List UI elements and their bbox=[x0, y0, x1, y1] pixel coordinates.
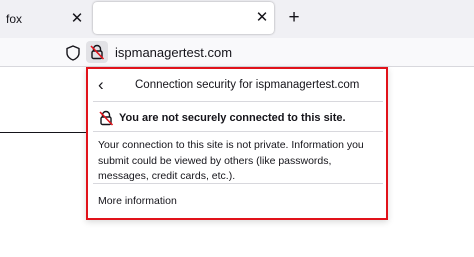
insecure-connection-description: Your connection to this site is not priv… bbox=[98, 139, 364, 182]
broken-lock-icon bbox=[90, 44, 105, 60]
tab-previous-close-icon[interactable]: ✕ bbox=[68, 9, 86, 29]
broken-lock-icon bbox=[98, 110, 114, 126]
page-divider bbox=[0, 132, 90, 133]
panel-title: Connection security for ispmanagertest.c… bbox=[135, 79, 360, 91]
tab-previous[interactable]: fox ✕ bbox=[0, 5, 92, 33]
more-information-link[interactable]: More information bbox=[98, 195, 177, 207]
tab-active[interactable]: ✕ bbox=[93, 2, 274, 34]
new-tab-button[interactable]: + bbox=[284, 7, 304, 29]
tab-previous-label: fox bbox=[6, 12, 23, 26]
url-bar-text[interactable]: ispmanagertest.com bbox=[115, 45, 232, 60]
tab-active-close-icon[interactable]: ✕ bbox=[253, 8, 271, 28]
panel-divider bbox=[93, 101, 383, 102]
insecure-connection-warning: You are not securely connected to this s… bbox=[119, 112, 346, 124]
site-security-button[interactable] bbox=[86, 41, 108, 63]
back-button[interactable]: ‹ bbox=[98, 76, 112, 94]
panel-divider bbox=[93, 131, 383, 132]
panel-divider bbox=[93, 183, 383, 184]
shield-icon[interactable] bbox=[64, 44, 82, 62]
